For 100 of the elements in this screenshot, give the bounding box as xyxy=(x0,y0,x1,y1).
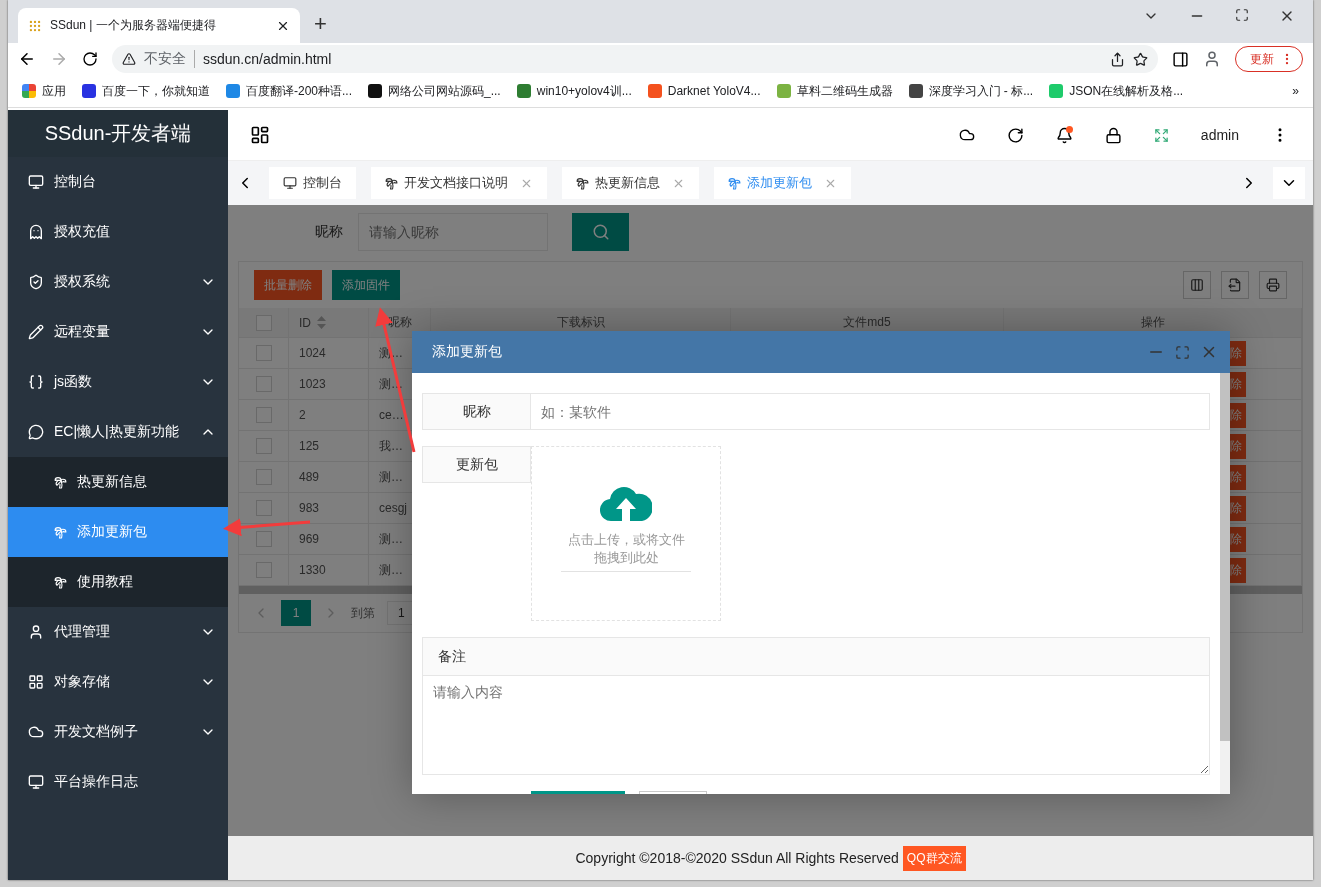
search-field[interactable]: 请输入昵称 xyxy=(358,213,548,251)
scrollbar[interactable] xyxy=(1220,373,1230,794)
table-cell: 测… xyxy=(379,468,403,486)
bookmark[interactable]: 百度翻译-200种语... xyxy=(226,82,353,100)
page-tab[interactable]: 热更新信息 xyxy=(562,167,699,199)
security-label: 不安全 xyxy=(144,50,195,68)
sidebar-subitem[interactable]: 使用教程 xyxy=(8,557,228,607)
cloud-icon[interactable] xyxy=(958,127,975,143)
bell-icon[interactable] xyxy=(1055,126,1073,144)
site-icon xyxy=(28,18,42,33)
table-cell: 1023 xyxy=(299,377,326,391)
page-tab[interactable]: 控制台 xyxy=(269,167,356,199)
sidebar-item[interactable]: 平台操作日志 xyxy=(8,757,228,807)
table-cell: 969 xyxy=(299,532,320,546)
side-panel-icon[interactable] xyxy=(1172,50,1189,68)
field-label: 更新包 xyxy=(422,446,531,483)
dialog-title: 添加更新包 xyxy=(432,343,503,361)
bookmark[interactable]: 网络公司网站源码_... xyxy=(368,82,501,100)
table-cell: 1330 xyxy=(299,563,326,577)
field-label: 备注 xyxy=(422,637,1210,676)
goto-label: 到第 xyxy=(351,604,375,622)
sidebar-item[interactable]: 对象存储 xyxy=(8,657,228,707)
logo: SSdun-开发者端 xyxy=(8,110,228,157)
tabs-menu-button[interactable] xyxy=(1273,167,1305,199)
menu-icon xyxy=(28,324,44,340)
palm-icon xyxy=(728,176,741,190)
reload-icon[interactable] xyxy=(82,51,98,67)
palm-icon xyxy=(576,176,589,190)
bookmark[interactable]: Darknet YoloV4... xyxy=(647,84,761,98)
monitor-icon xyxy=(283,176,297,190)
forward-icon[interactable] xyxy=(50,50,68,68)
menu-icon xyxy=(28,224,44,240)
bookmark[interactable]: 草料二维码生成器 xyxy=(776,82,893,100)
page-tab[interactable]: 开发文档接口说明 xyxy=(371,167,547,199)
columns-icon[interactable] xyxy=(1183,271,1211,299)
upload-icon xyxy=(600,485,652,523)
table-cell: 125 xyxy=(299,439,320,453)
notes-field[interactable]: 请输入内容 xyxy=(422,676,1210,775)
palm-icon xyxy=(54,525,67,539)
table-cell: 测… xyxy=(379,375,403,393)
table-cell: ce… xyxy=(379,408,404,422)
table-cell: 测… xyxy=(379,561,403,579)
sidebar-item[interactable]: 授权系统 xyxy=(8,257,228,307)
more-bookmarks[interactable]: » xyxy=(1292,84,1299,98)
browser-tab[interactable]: SSdun | 一个为服务器端便捷得 xyxy=(18,8,300,43)
sidebar-item[interactable]: 控制台 xyxy=(8,157,228,207)
field-label: 昵称 xyxy=(314,223,344,241)
table-cell: 我… xyxy=(379,437,403,455)
table-cell: 489 xyxy=(299,470,320,484)
sidebar-item[interactable]: 代理管理 xyxy=(8,607,228,657)
search-icon xyxy=(591,223,610,241)
bookmark[interactable]: 深度学习入门 - 标... xyxy=(908,82,1034,100)
url-text: ssdun.cn/admin.html xyxy=(203,51,333,67)
sidebar-item[interactable]: 授权充值 xyxy=(8,207,228,257)
print-icon[interactable] xyxy=(1259,271,1287,299)
name-field[interactable]: 如：某软件 xyxy=(531,393,1210,430)
sidebar-item[interactable]: EC|懒人|热更新功能 xyxy=(8,407,228,457)
user-name[interactable]: admin xyxy=(1200,127,1239,143)
new-tab-button[interactable]: + xyxy=(314,11,327,37)
profile-icon[interactable] xyxy=(1203,50,1221,68)
column-header: 操作 xyxy=(1140,314,1165,331)
fullscreen-icon[interactable] xyxy=(1153,127,1169,143)
palm-icon xyxy=(54,575,67,589)
menu-icon xyxy=(28,624,44,640)
menu-icon xyxy=(28,174,44,190)
lock-icon[interactable] xyxy=(1104,126,1122,144)
column-header: 文件md5 xyxy=(843,314,891,331)
upload-hint: 点击上传，或将文件拖拽到此处 xyxy=(561,531,691,572)
table-cell: 983 xyxy=(299,501,320,515)
sidebar-subitem[interactable]: 热更新信息 xyxy=(8,457,228,507)
page-tab[interactable]: 添加更新包 xyxy=(714,167,851,199)
menu-toggle-icon[interactable] xyxy=(250,125,270,145)
update-button[interactable]: 更新 xyxy=(1235,46,1303,72)
bookmark[interactable]: 百度一下，你就知道 xyxy=(82,82,210,100)
menu-icon xyxy=(28,274,44,290)
warning-icon xyxy=(122,52,136,66)
sidebar-item[interactable]: 开发文档例子 xyxy=(8,707,228,757)
menu-icon xyxy=(28,424,44,440)
export-icon[interactable] xyxy=(1221,271,1249,299)
table-cell: cesgj xyxy=(379,501,407,515)
menu-icon xyxy=(28,724,44,740)
bookmark[interactable]: win10+yolov4训... xyxy=(516,82,632,100)
star-icon[interactable] xyxy=(1133,51,1148,67)
field-label: 昵称 xyxy=(422,393,531,430)
sidebar-item[interactable]: js函数 xyxy=(8,357,228,407)
search-button[interactable] xyxy=(572,213,629,251)
table-cell: 测… xyxy=(379,530,403,548)
share-icon[interactable] xyxy=(1110,51,1125,67)
column-header: 下载标识 xyxy=(556,314,605,331)
bookmark[interactable]: JSON在线解析及格... xyxy=(1049,82,1184,100)
address-bar[interactable]: 不安全 ssdun.cn/admin.html xyxy=(112,45,1158,73)
sidebar-item[interactable]: 远程变量 xyxy=(8,307,228,357)
bookmark[interactable]: 应用 xyxy=(22,82,66,100)
maximize-icon[interactable] xyxy=(1235,8,1249,22)
tab-title: SSdun | 一个为服务器端便捷得 xyxy=(50,17,217,34)
refresh-icon[interactable] xyxy=(1006,126,1024,144)
sort-icon[interactable] xyxy=(317,316,326,329)
back-icon[interactable] xyxy=(18,50,36,68)
palm-icon xyxy=(54,475,67,489)
copyright: Copyright ©2018-©2020 SSdun All Rights Reserved xyxy=(575,850,899,866)
